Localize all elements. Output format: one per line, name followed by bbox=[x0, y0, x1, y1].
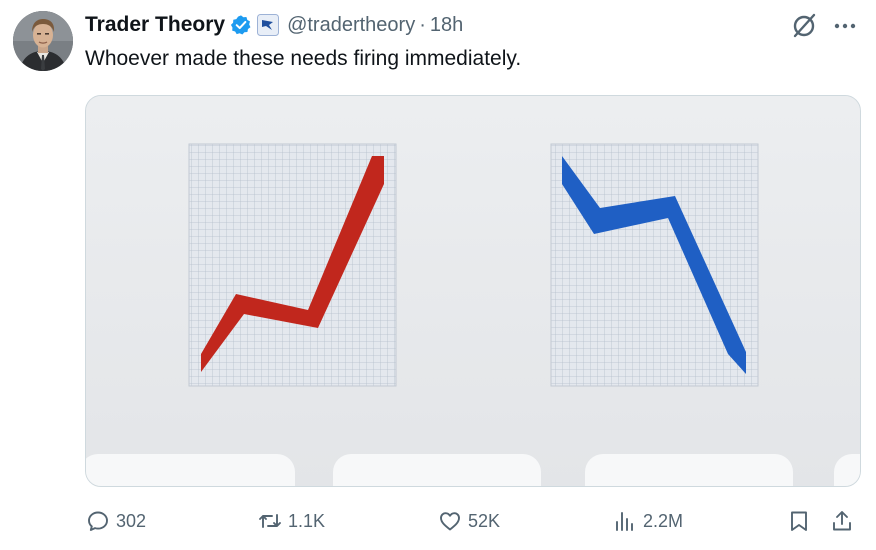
avatar[interactable] bbox=[13, 11, 73, 71]
views-icon bbox=[616, 512, 633, 531]
like-count: 52K bbox=[468, 510, 501, 531]
retweet-count: 1.1K bbox=[288, 510, 326, 531]
bookmark-button[interactable] bbox=[787, 503, 817, 539]
display-name[interactable]: Trader Theory bbox=[85, 13, 225, 37]
bookmark-icon bbox=[791, 511, 807, 531]
views-count: 2.2M bbox=[643, 510, 684, 531]
like-button[interactable]: 52K bbox=[438, 503, 500, 539]
tweet-media[interactable] bbox=[85, 95, 861, 487]
retweet-icon bbox=[259, 514, 281, 528]
reply-count: 302 bbox=[116, 510, 147, 531]
bird-badge-icon[interactable] bbox=[257, 14, 280, 36]
action-bar: 302 1.1K 52K 2.2M bbox=[0, 503, 876, 539]
more-icon[interactable] bbox=[831, 14, 859, 38]
share-button[interactable] bbox=[830, 503, 860, 539]
handle[interactable]: @tradertheory bbox=[287, 14, 415, 37]
chart-up-emoji bbox=[188, 143, 397, 387]
tweet-text: Whoever made these needs firing immediat… bbox=[85, 47, 522, 70]
tweet[interactable]: Trader Theory @tradertheory · 18h Whoeve… bbox=[0, 0, 876, 550]
grok-icon[interactable] bbox=[789, 11, 819, 41]
share-icon bbox=[833, 511, 851, 531]
verified-badge-icon[interactable] bbox=[230, 14, 252, 36]
chart-down-emoji bbox=[550, 143, 759, 387]
reply-icon bbox=[88, 511, 108, 531]
reply-button[interactable]: 302 bbox=[86, 503, 146, 539]
separator-dot: · bbox=[419, 13, 426, 36]
tweet-header: Trader Theory @tradertheory · 18h bbox=[85, 11, 463, 39]
views-button[interactable]: 2.2M bbox=[613, 503, 683, 539]
like-icon bbox=[440, 512, 460, 531]
timestamp[interactable]: 18h bbox=[430, 14, 463, 37]
retweet-button[interactable]: 1.1K bbox=[258, 503, 325, 539]
